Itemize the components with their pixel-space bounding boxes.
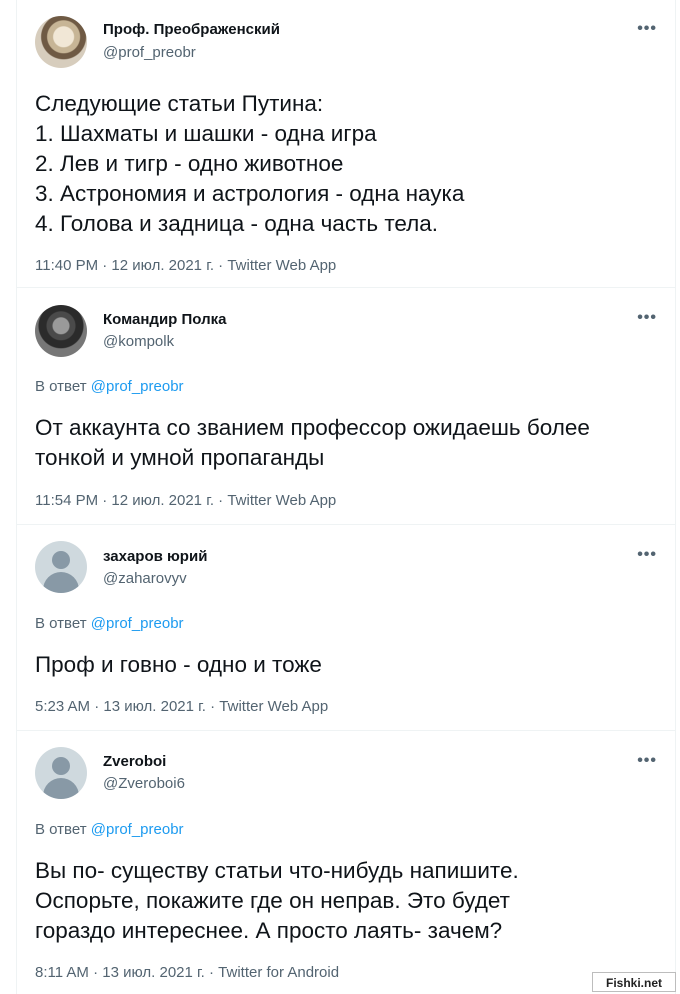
- tweet-text-line: Оспорьте, покажите где он неправ. Это бу…: [35, 888, 510, 913]
- tweet-text-line: 1. Шахматы и шашки - одна игра: [35, 121, 377, 146]
- author-name[interactable]: Командир Полка: [103, 311, 226, 328]
- more-options-icon[interactable]: •••: [637, 546, 657, 564]
- tweet-text-line: От аккаунта со званием профессор ожидаеш…: [35, 415, 590, 440]
- more-options-icon[interactable]: •••: [637, 752, 657, 770]
- watermark-logo: Fishki.net: [592, 972, 676, 992]
- author-handle[interactable]: @Zveroboi6: [103, 775, 185, 792]
- tweet-timestamp[interactable]: 11:40 PM · 12 июл. 2021 г. · Twitter Web…: [35, 257, 336, 274]
- tweet-text-line: Вы по- существу статьи что-нибудь напиши…: [35, 858, 519, 883]
- tweet-2[interactable]: Командир Полка @kompolk ••• В ответ @pro…: [17, 289, 675, 525]
- author-name[interactable]: Zveroboi: [103, 753, 166, 770]
- tweet-timestamp[interactable]: 8:11 AM · 13 июл. 2021 г. · Twitter for …: [35, 964, 339, 981]
- tweet-text: От аккаунта со званием профессор ожидаеш…: [35, 413, 655, 473]
- tweet-text-line: Проф и говно - одно и тоже: [35, 652, 322, 677]
- tweet-4[interactable]: Zveroboi @Zveroboi6 ••• В ответ @prof_pr…: [17, 732, 675, 994]
- tweet-text-line: гораздо интереснее. А просто лаять- заче…: [35, 918, 503, 943]
- tweet-1[interactable]: Проф. Преображенский @prof_preobr ••• Сл…: [17, 0, 675, 288]
- avatar-body-shape: [43, 778, 79, 799]
- tweet-text-line: 4. Голова и задница - одна часть тела.: [35, 211, 439, 236]
- reply-prefix: В ответ: [35, 615, 87, 632]
- author-handle[interactable]: @kompolk: [103, 333, 174, 350]
- author-name[interactable]: захаров юрий: [103, 548, 207, 565]
- tweet-text: Следующие статьи Путина: 1. Шахматы и ша…: [35, 89, 655, 239]
- tweet-text: Проф и говно - одно и тоже: [35, 650, 655, 680]
- tweet-timestamp[interactable]: 11:54 PM · 12 июл. 2021 г. · Twitter Web…: [35, 492, 336, 509]
- tweet-text-line: тонкой и умной пропаганды: [35, 445, 325, 470]
- author-handle[interactable]: @zaharovyv: [103, 570, 187, 587]
- reply-context: В ответ @prof_preobr: [35, 378, 184, 395]
- avatar[interactable]: [35, 16, 87, 68]
- avatar-body-shape: [43, 572, 79, 593]
- default-avatar-icon[interactable]: [35, 541, 87, 593]
- tweet-text-line: Следующие статьи Путина:: [35, 91, 324, 116]
- tweet-text: Вы по- существу статьи что-нибудь напиши…: [35, 856, 655, 946]
- tweet-3[interactable]: захаров юрий @zaharovyv ••• В ответ @pro…: [17, 526, 675, 731]
- reply-prefix: В ответ: [35, 378, 87, 395]
- author-name[interactable]: Проф. Преображенский: [103, 21, 280, 38]
- reply-mention-link[interactable]: @prof_preobr: [91, 821, 184, 838]
- tweet-timestamp[interactable]: 5:23 AM · 13 июл. 2021 г. · Twitter Web …: [35, 698, 328, 715]
- reply-mention-link[interactable]: @prof_preobr: [91, 615, 184, 632]
- tweet-text-line: 2. Лев и тигр - одно животное: [35, 151, 344, 176]
- more-options-icon[interactable]: •••: [637, 309, 657, 327]
- reply-mention-link[interactable]: @prof_preobr: [91, 378, 184, 395]
- default-avatar-icon[interactable]: [35, 747, 87, 799]
- reply-context: В ответ @prof_preobr: [35, 615, 184, 632]
- author-handle[interactable]: @prof_preobr: [103, 44, 196, 61]
- more-options-icon[interactable]: •••: [637, 20, 657, 38]
- avatar[interactable]: [35, 305, 87, 357]
- reply-prefix: В ответ: [35, 821, 87, 838]
- avatar-head-shape: [52, 551, 70, 569]
- tweet-text-line: 3. Астрономия и астрология - одна наука: [35, 181, 465, 206]
- reply-context: В ответ @prof_preobr: [35, 821, 184, 838]
- tweet-thread: Проф. Преображенский @prof_preobr ••• Сл…: [16, 0, 676, 994]
- avatar-head-shape: [52, 757, 70, 775]
